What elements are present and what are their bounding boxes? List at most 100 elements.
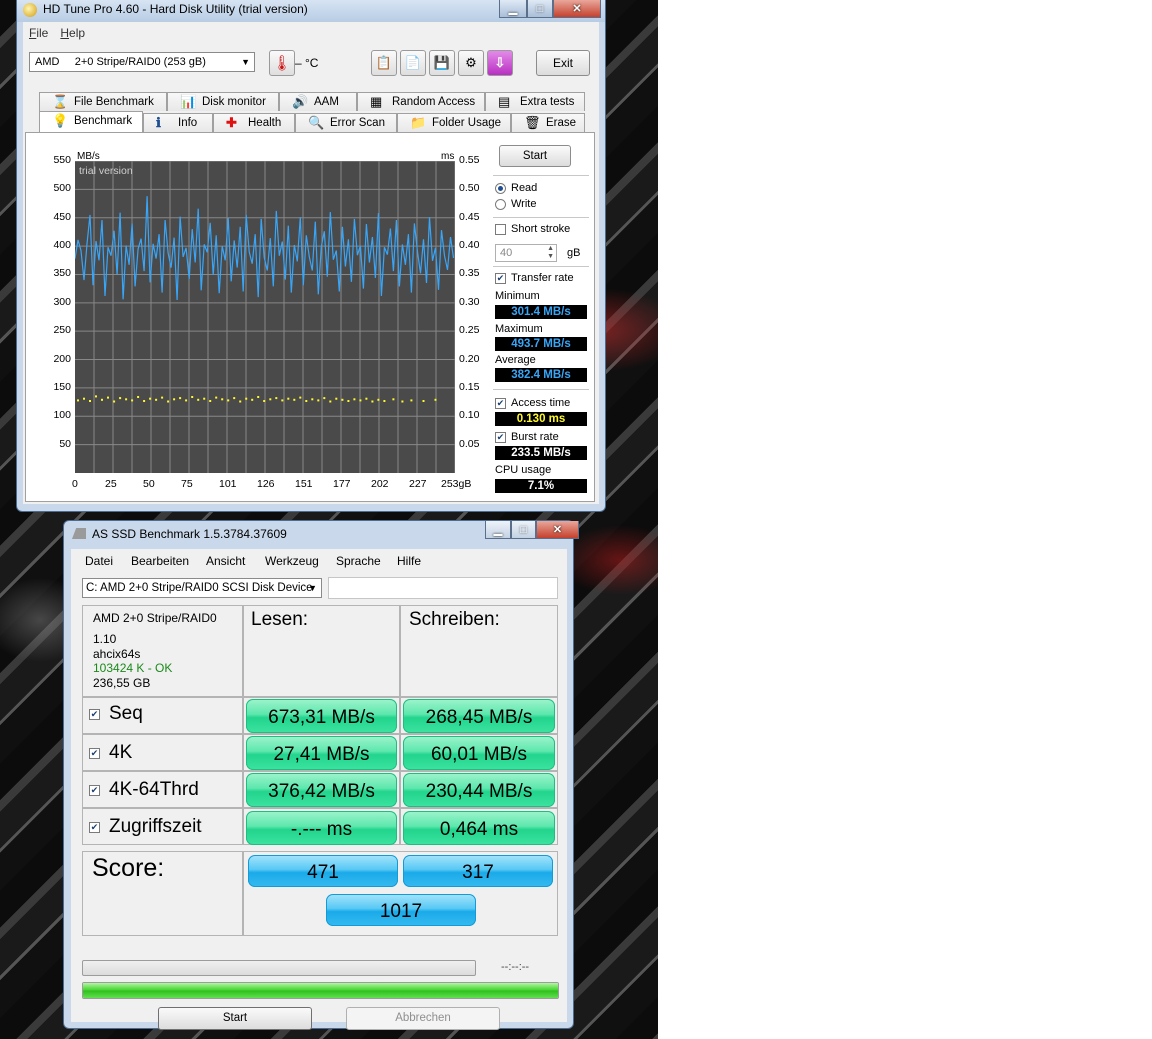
asssd-drive-select[interactable]: C: AMD 2+0 Stripe/RAID0 SCSI Disk Device…	[82, 578, 322, 598]
test-progress-bar	[82, 960, 476, 976]
start-button[interactable]: Start	[499, 145, 571, 167]
transfer-rate-checkbox[interactable]: ✔	[495, 273, 506, 284]
access-time-point	[335, 397, 338, 400]
y-tick-label-left: 400	[53, 239, 71, 252]
access-time-point	[149, 397, 152, 400]
disk-monitor-icon: 📊	[180, 94, 197, 109]
access-time-point	[422, 400, 425, 402]
access-time-point	[227, 399, 230, 402]
tab-erase[interactable]: 🗑 Erase	[511, 113, 585, 132]
4k-64thrd-read-result: 376,42 MB/s	[246, 773, 397, 807]
transfer-rate-label: Transfer rate	[511, 272, 574, 284]
temperature-readout: – °C	[295, 56, 319, 70]
y-tick-label-right: 0.50	[459, 182, 480, 195]
access-time-point	[173, 398, 176, 401]
tab-aam[interactable]: 🔊 AAM	[279, 92, 357, 111]
temperature-button[interactable]: 🌡	[269, 50, 295, 76]
row-label-cell	[82, 697, 243, 734]
exit-button[interactable]: Exit	[536, 50, 590, 76]
short-stroke-size-input[interactable]: 40 ▲ ▼	[495, 244, 557, 262]
tab-info[interactable]: ℹ Info	[143, 113, 213, 132]
access-time-point	[275, 397, 278, 400]
hdtune-app-icon	[23, 3, 37, 17]
menu-file[interactable]: File	[23, 26, 54, 40]
total-progress-fill	[83, 983, 558, 998]
drive-select[interactable]: AMD 2+0 Stripe/RAID0 (253 gB) ▼	[29, 52, 255, 72]
trash-icon: 🗑	[524, 115, 541, 130]
y-tick-label-right: 0.55	[459, 154, 480, 166]
access-time-point	[233, 397, 236, 400]
4k-64thrd-checkbox[interactable]: ✔	[89, 785, 100, 796]
tab-file-benchmark[interactable]: ⌛ File Benchmark	[39, 92, 167, 111]
asssd-minimize-button[interactable]: ▁	[485, 521, 511, 539]
read-radio[interactable]	[495, 183, 506, 194]
tab-disk-monitor[interactable]: 📊 Disk monitor	[167, 92, 279, 111]
menu-ansicht[interactable]: Ansicht	[206, 554, 245, 568]
cpu-usage-label: CPU usage	[495, 464, 552, 476]
start-button[interactable]: Start	[158, 1007, 312, 1030]
menu-bearbeiten[interactable]: Bearbeiten	[131, 554, 189, 568]
minimize-button[interactable]: ▁	[499, 0, 527, 18]
tab-benchmark[interactable]: 💡 Benchmark	[39, 111, 143, 132]
y-tick-label-left: 100	[53, 409, 71, 422]
access-time-point	[329, 400, 332, 403]
menu-datei[interactable]: Datei	[85, 554, 113, 568]
abort-button[interactable]: Abbrechen	[346, 1007, 500, 1030]
score-total: 1017	[326, 894, 476, 926]
asssd-close-button[interactable]: ✕	[536, 521, 579, 539]
read-label: Read	[511, 182, 538, 194]
access-time-point	[317, 399, 320, 402]
copy-text-button[interactable]: 📋	[371, 50, 397, 76]
x-tick-label: 50	[143, 478, 155, 490]
burst-rate-checkbox[interactable]: ✔	[495, 432, 506, 443]
access-time-point	[119, 397, 122, 400]
tab-random-access[interactable]: ▦ Random Access	[357, 92, 485, 111]
tab-folder-usage[interactable]: 📁 Folder Usage	[397, 113, 511, 132]
write-radio[interactable]	[495, 199, 506, 210]
divider	[493, 175, 589, 176]
access-time-point	[401, 400, 404, 403]
4k-checkbox[interactable]: ✔	[89, 748, 100, 759]
spinner-arrows-icon[interactable]: ▲ ▼	[547, 245, 554, 261]
close-button[interactable]: ✕	[553, 0, 601, 18]
tab-health[interactable]: ✚ Health	[213, 113, 295, 132]
access-time-checkbox[interactable]: ✔	[89, 822, 100, 833]
access-time-point	[197, 398, 200, 401]
save-icon: 💾	[433, 55, 451, 70]
menu-werkzeug[interactable]: Werkzeug	[265, 554, 319, 568]
short-stroke-checkbox[interactable]	[495, 224, 506, 235]
trial-watermark: trial version	[79, 165, 133, 177]
clipboard-icon: 📄	[404, 55, 422, 70]
y-tick-label-right: 0.35	[459, 267, 480, 280]
copy-icon: 📋	[375, 55, 393, 70]
y-tick-label-left: 350	[53, 267, 71, 280]
options-button[interactable]: ⚙	[458, 50, 484, 76]
download-button[interactable]: ⇩	[487, 50, 513, 76]
menu-hilfe[interactable]: Hilfe	[397, 554, 421, 568]
maximize-button[interactable]: □	[527, 0, 553, 18]
hdtune-window-title: HD Tune Pro 4.60 - Hard Disk Utility (tr…	[43, 2, 308, 16]
access-time-checkbox[interactable]: ✔	[495, 398, 506, 409]
access-time-point	[371, 400, 374, 403]
asssd-titlebar[interactable]: AS SSD Benchmark 1.5.3784.37609 ▁ □ ✕	[64, 521, 579, 547]
save-button[interactable]: 💾	[429, 50, 455, 76]
access-time-point	[107, 396, 109, 399]
access-time-point	[287, 397, 290, 400]
chevron-down-icon: ▼	[308, 583, 317, 593]
menu-help[interactable]: Help	[54, 26, 91, 40]
y-tick-label-left: 300	[53, 295, 71, 308]
seq-checkbox[interactable]: ✔	[89, 709, 100, 720]
asssd-maximize-button[interactable]: □	[511, 521, 536, 539]
folder-icon: 📁	[410, 115, 427, 130]
tab-error-scan[interactable]: 🔍 Error Scan	[295, 113, 397, 132]
4k-64thrd-write-result: 230,44 MB/s	[403, 773, 555, 807]
copy-image-button[interactable]: 📄	[400, 50, 426, 76]
y-tick-label-left: 550	[53, 154, 71, 166]
y-tick-label-left: 250	[53, 324, 71, 337]
tab-extra-tests[interactable]: ▤ Extra tests	[485, 92, 585, 111]
asssd-client: Datei Bearbeiten Ansicht Werkzeug Sprach…	[71, 549, 567, 1030]
menu-sprache[interactable]: Sprache	[336, 554, 381, 568]
hdtune-titlebar[interactable]: HD Tune Pro 4.60 - Hard Disk Utility (tr…	[17, 0, 605, 22]
y-tick-label-left: 50	[59, 437, 71, 450]
x-tick-label: 0	[72, 478, 78, 490]
